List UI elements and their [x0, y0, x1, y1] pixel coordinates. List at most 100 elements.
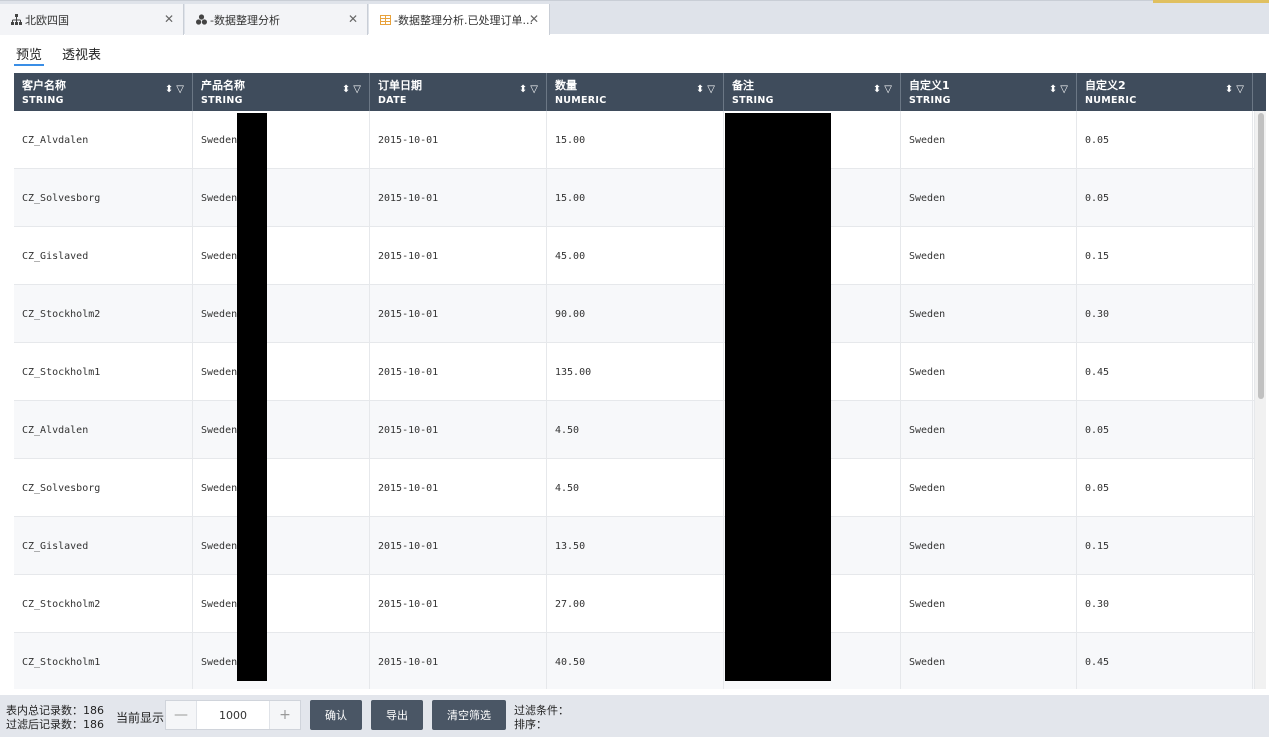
table-cell[interactable]: Sweden	[901, 285, 1077, 343]
sort-icon[interactable]: ⬍	[165, 84, 173, 95]
table-cell[interactable]: CZ_Stockholm2	[14, 575, 193, 633]
table-cell[interactable]: 0.05	[1077, 459, 1253, 517]
table-cell[interactable]: Sweden	[901, 517, 1077, 575]
table-cell[interactable]: 0.05	[1077, 169, 1253, 227]
table-cell[interactable]: 2015-10-01	[370, 633, 547, 689]
table-cell[interactable]: Sweden_	[193, 169, 370, 227]
table-cell[interactable]: 2015-10-01	[370, 227, 547, 285]
table-cell[interactable]: CZ_Gislaved	[14, 517, 193, 575]
table-cell[interactable]: CZ_Solvesborg	[14, 169, 193, 227]
table-cell[interactable]: 45.00	[547, 227, 724, 285]
table-row[interactable]: CZ_Stockholm1 Sweden_ 2015-10-01 135.00 Swed…	[14, 343, 1266, 401]
column-header[interactable]: 自定义2 NUMERIC ⬍ ▽	[1077, 73, 1253, 111]
decrement-button[interactable]: —	[166, 701, 196, 729]
table-cell[interactable]: 15.00	[547, 111, 724, 169]
table-cell[interactable]: 0.30	[1077, 285, 1253, 343]
table-cell[interactable]: 90.00	[547, 285, 724, 343]
table-row[interactable]: CZ_Stockholm1 Sweden_ 2015-10-01 40.50 Swede…	[14, 633, 1266, 689]
table-cell[interactable]: 0.15	[1077, 227, 1253, 285]
column-header[interactable]: 数量 NUMERIC ⬍ ▽	[547, 73, 724, 111]
filter-icon[interactable]: ▽	[1060, 84, 1068, 95]
table-row[interactable]: CZ_Solvesborg Sweden_ 2015-10-01 15.00 Swede…	[14, 169, 1266, 227]
table-cell[interactable]: Sweden	[901, 459, 1077, 517]
table-cell[interactable]: CZ_Stockholm2	[14, 285, 193, 343]
table-cell[interactable]: Sweden_	[193, 111, 370, 169]
clear-filter-button[interactable]: 清空筛选	[432, 700, 506, 730]
sort-icon[interactable]: ⬍	[1225, 84, 1233, 95]
sort-icon[interactable]: ⬍	[873, 84, 881, 95]
table-cell[interactable]: CZ_Gislaved	[14, 227, 193, 285]
filter-icon[interactable]: ▽	[884, 84, 892, 95]
filter-icon[interactable]: ▽	[1236, 84, 1244, 95]
tab-processed-orders[interactable]: -数据整理分析.已处理订单... ✕	[369, 4, 550, 35]
increment-button[interactable]: +	[270, 701, 300, 729]
tab-nordic[interactable]: 北欧四国 ✕	[0, 4, 184, 35]
table-cell[interactable]: 2015-10-01	[370, 285, 547, 343]
table-cell[interactable]: CZ_Alvdalen	[14, 401, 193, 459]
table-row[interactable]: CZ_Solvesborg Sweden_ 2015-10-01 4.50 Sweden…	[14, 459, 1266, 517]
confirm-button[interactable]: 确认	[310, 700, 362, 730]
table-cell[interactable]: 15.00	[547, 169, 724, 227]
table-cell[interactable]: Sweden_	[193, 459, 370, 517]
column-header[interactable]: 订单日期 DATE ⬍ ▽	[370, 73, 547, 111]
table-cell[interactable]: CZ_Alvdalen	[14, 111, 193, 169]
table-cell[interactable]: 4.50	[547, 459, 724, 517]
table-cell[interactable]: Sweden	[901, 343, 1077, 401]
table-cell[interactable]: Sweden	[901, 575, 1077, 633]
close-icon[interactable]: ✕	[164, 12, 174, 26]
table-cell[interactable]: 2015-10-01	[370, 401, 547, 459]
table-cell[interactable]: 0.45	[1077, 343, 1253, 401]
table-cell[interactable]: Sweden	[901, 401, 1077, 459]
table-cell[interactable]: 0.15	[1077, 517, 1253, 575]
table-cell[interactable]: 2015-10-01	[370, 169, 547, 227]
table-row[interactable]: CZ_Stockholm2 Sweden_ 2015-10-01 27.00 Swede…	[14, 575, 1266, 633]
table-cell[interactable]: 0.30	[1077, 575, 1253, 633]
table-cell[interactable]: 2015-10-01	[370, 575, 547, 633]
sort-icon[interactable]: ⬍	[1049, 84, 1057, 95]
column-header[interactable]: 自定义1 STRING ⬍ ▽	[901, 73, 1077, 111]
display-count-input[interactable]: 1000	[196, 701, 270, 729]
column-header[interactable]: 客户名称 STRING ⬍ ▽	[14, 73, 193, 111]
filter-icon[interactable]: ▽	[176, 84, 184, 95]
table-cell[interactable]: 2015-10-01	[370, 343, 547, 401]
close-icon[interactable]: ✕	[529, 12, 539, 26]
table-cell[interactable]: Sweden	[901, 633, 1077, 689]
subtab-preview[interactable]: 预览	[14, 44, 45, 66]
table-row[interactable]: CZ_Alvdalen Sweden_ 2015-10-01 15.00 Sweden 0…	[14, 111, 1266, 169]
table-cell[interactable]: 2015-10-01	[370, 111, 547, 169]
table-cell[interactable]: Sweden_	[193, 343, 370, 401]
table-cell[interactable]: CZ_Solvesborg	[14, 459, 193, 517]
close-icon[interactable]: ✕	[348, 12, 358, 26]
table-row[interactable]: CZ_Alvdalen Sweden_ 2015-10-01 4.50 Sweden 0.…	[14, 401, 1266, 459]
table-cell[interactable]: 13.50	[547, 517, 724, 575]
table-cell[interactable]: Sweden_	[193, 401, 370, 459]
export-button[interactable]: 导出	[371, 700, 423, 730]
subtab-pivot[interactable]: 透视表	[60, 44, 103, 66]
scrollbar-thumb[interactable]	[1258, 113, 1264, 399]
table-cell[interactable]: 40.50	[547, 633, 724, 689]
filter-icon[interactable]: ▽	[353, 84, 361, 95]
table-row[interactable]: CZ_Stockholm2 Sweden_ 2015-10-01 90.00 Swede…	[14, 285, 1266, 343]
table-cell[interactable]: 135.00	[547, 343, 724, 401]
table-cell[interactable]: Sweden_	[193, 517, 370, 575]
column-header[interactable]: 备注 STRING ⬍ ▽	[724, 73, 901, 111]
table-cell[interactable]: 0.05	[1077, 401, 1253, 459]
table-cell[interactable]: 2015-10-01	[370, 517, 547, 575]
table-cell[interactable]: 0.05	[1077, 111, 1253, 169]
sort-icon[interactable]: ⬍	[342, 84, 350, 95]
table-cell[interactable]: CZ_Stockholm1	[14, 633, 193, 689]
vertical-scrollbar[interactable]	[1254, 111, 1266, 689]
table-cell[interactable]: 0.45	[1077, 633, 1253, 689]
tab-data-analysis[interactable]: -数据整理分析 ✕	[185, 4, 368, 35]
table-cell[interactable]: 2015-10-01	[370, 459, 547, 517]
table-cell[interactable]: Sweden_	[193, 575, 370, 633]
table-row[interactable]: CZ_Gislaved Sweden_ 2015-10-01 13.50 Sweden 0…	[14, 517, 1266, 575]
column-header[interactable]: 产品名称 STRING ⬍ ▽	[193, 73, 370, 111]
table-cell[interactable]: 4.50	[547, 401, 724, 459]
table-cell[interactable]: Sweden	[901, 111, 1077, 169]
sort-icon[interactable]: ⬍	[696, 84, 704, 95]
table-cell[interactable]: Sweden_	[193, 633, 370, 689]
table-cell[interactable]: Sweden_	[193, 285, 370, 343]
filter-icon[interactable]: ▽	[707, 84, 715, 95]
table-cell[interactable]: Sweden	[901, 227, 1077, 285]
